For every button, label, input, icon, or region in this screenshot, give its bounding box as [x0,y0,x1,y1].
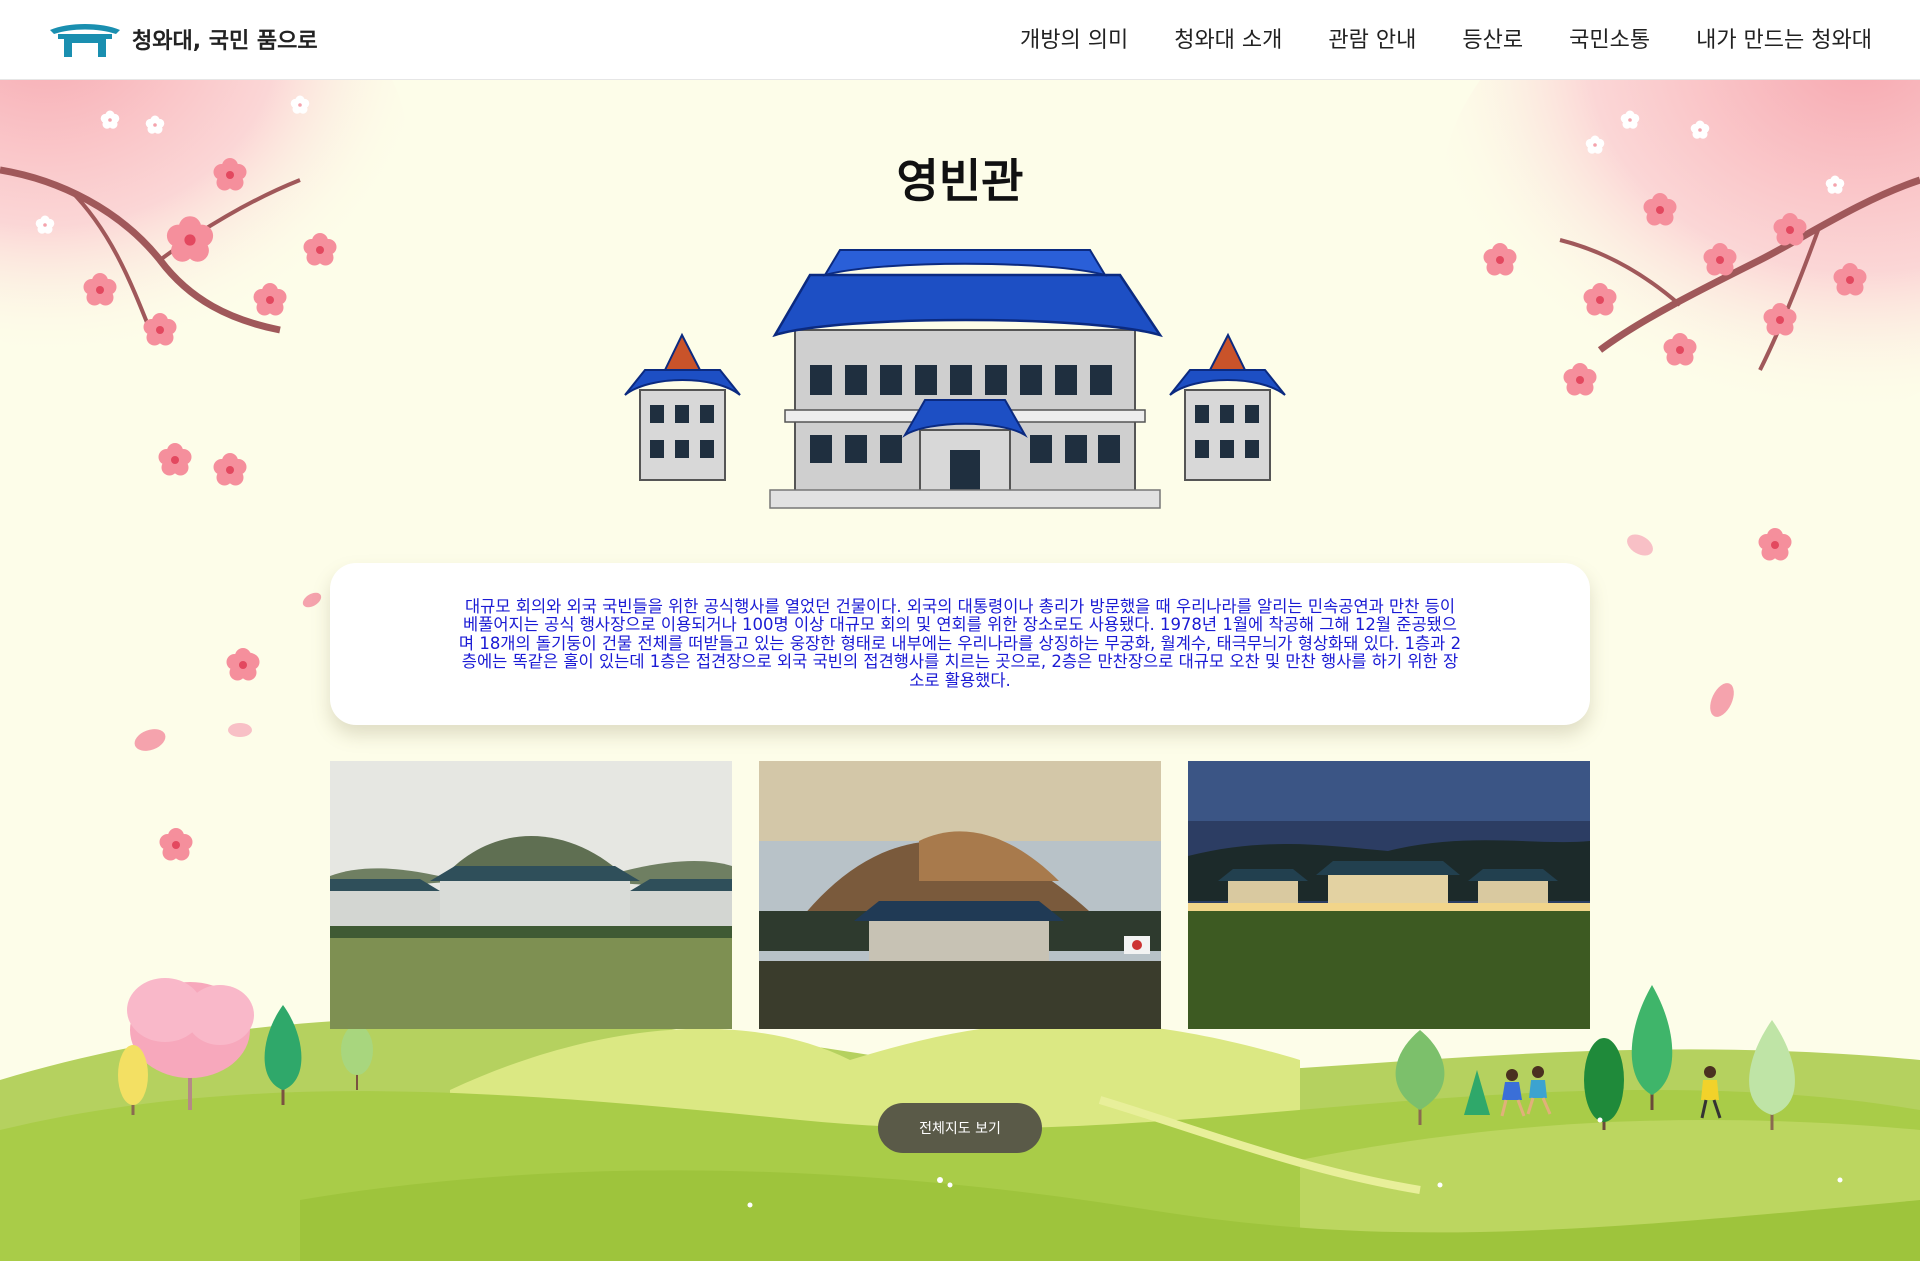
site-header: 청와대, 국민 품으로 개방의 의미 청와대 소개 관람 안내 등산로 국민소통… [0,0,1920,80]
photo-sunset-image [759,761,1161,1029]
nav-item-hiking-trail[interactable]: 등산로 [1462,22,1523,54]
photo-night-image [1188,761,1590,1029]
nav-item-introduction[interactable]: 청와대 소개 [1174,22,1282,54]
nav-item-communication[interactable]: 국민소통 [1569,22,1650,54]
nav-item-meaning[interactable]: 개방의 의미 [1020,22,1128,54]
building-illustration [624,249,1286,509]
gate-logo-icon [50,24,120,57]
photo-daytime[interactable] [330,761,732,1029]
main-nav: 개방의 의미 청와대 소개 관람 안내 등산로 국민소통 내가 만드는 청와대 [974,22,1872,54]
nav-item-my-cheongwadae[interactable]: 내가 만드는 청와대 [1696,22,1872,54]
description-card: 대규모 회의와 외국 국빈들을 위한 공식행사를 열었던 건물이다. 외국의 대… [330,563,1590,725]
description-text: 대규모 회의와 외국 국빈들을 위한 공식행사를 열었던 건물이다. 외국의 대… [458,596,1462,690]
site-logo[interactable]: 청와대, 국민 품으로 [48,19,318,59]
photo-sunset[interactable] [759,761,1161,1029]
logo-text: 청와대, 국민 품으로 [132,29,318,54]
full-map-button[interactable]: 전체지도 보기 [878,1103,1042,1153]
photo-daytime-image [330,761,732,1029]
page-title: 영빈관 [896,154,1024,208]
photo-night[interactable] [1188,761,1590,1029]
nav-item-visit-guide[interactable]: 관람 안내 [1328,22,1416,54]
